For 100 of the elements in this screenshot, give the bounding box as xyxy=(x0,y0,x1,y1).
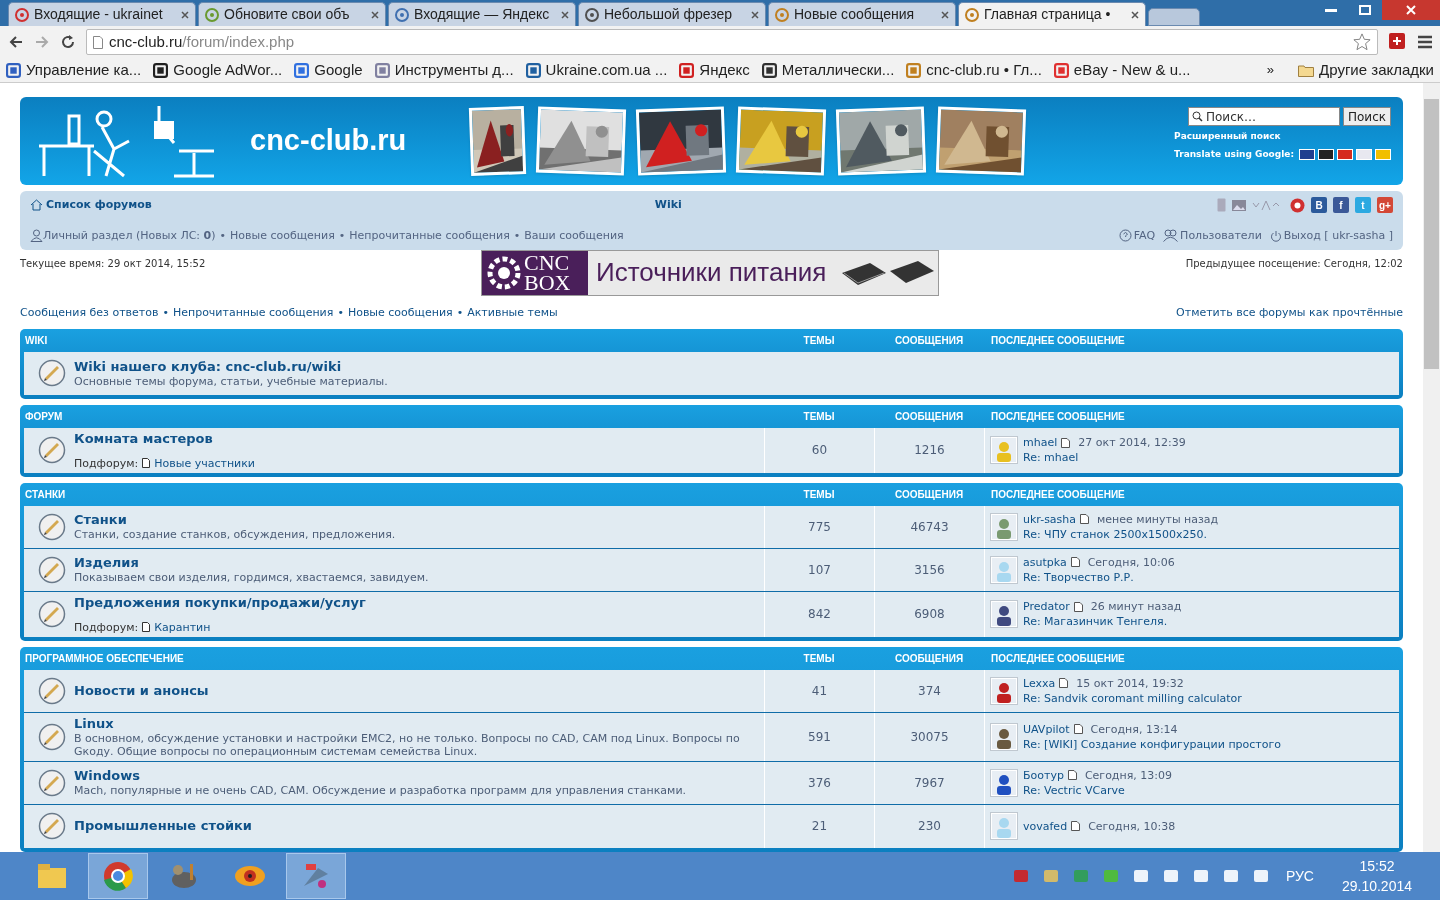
document-icon[interactable] xyxy=(1073,602,1083,612)
document-icon[interactable] xyxy=(1080,514,1090,525)
subforum-link[interactable]: Карантин xyxy=(154,621,211,634)
image-icon[interactable] xyxy=(1232,199,1246,211)
author-link[interactable]: mhael xyxy=(1023,435,1058,451)
topic-link[interactable]: Re: mhael xyxy=(1023,450,1186,466)
personal-link[interactable]: Личный раздел (Новых ЛС: 0) xyxy=(43,227,216,245)
tray-icon[interactable] xyxy=(1161,867,1180,885)
topic-link[interactable]: Re: [WIKI] Создание конфигурации простого xyxy=(1023,737,1281,752)
document-icon[interactable] xyxy=(1070,557,1080,568)
author-link[interactable]: UAVpilot xyxy=(1023,722,1070,737)
quick-link[interactable]: Новые сообщения xyxy=(347,305,453,322)
forum-title[interactable]: Windows xyxy=(74,768,687,785)
browser-tab[interactable]: Входящие — Яндекс xyxy=(388,2,576,26)
nav-link[interactable]: Ваши сообщения xyxy=(524,227,624,245)
forum-title[interactable]: Новости и анонсы xyxy=(74,683,209,699)
forum-title[interactable]: Предложения покупки/продажи/услуг xyxy=(74,595,366,611)
browser-tab[interactable]: Новые сообщения xyxy=(768,2,956,26)
faq-link[interactable]: FAQ xyxy=(1133,227,1156,245)
other-bookmarks[interactable]: Другие закладки xyxy=(1298,58,1434,82)
bookmark[interactable]: Яндекс xyxy=(679,58,750,82)
scrollbar[interactable] xyxy=(1423,83,1440,852)
author-link[interactable]: ukr-sasha xyxy=(1023,512,1077,527)
quick-link[interactable]: Сообщения без ответов xyxy=(20,305,159,322)
browser-tab[interactable]: Обновите свои объ xyxy=(198,2,386,26)
bookmark[interactable]: Google AdWor... xyxy=(153,58,283,82)
close-button[interactable] xyxy=(1382,0,1440,20)
clock-date[interactable]: 29.10.2014 xyxy=(1341,876,1412,896)
nav-link[interactable]: Новые сообщения xyxy=(230,227,335,245)
address-field[interactable]: cnc-club.ru/forum/index.php xyxy=(86,29,1378,55)
close-icon[interactable] xyxy=(181,10,189,19)
document-icon[interactable] xyxy=(1071,821,1081,832)
document-icon[interactable] xyxy=(1073,724,1083,735)
subforum-link[interactable]: Новые участники xyxy=(154,457,256,470)
bookmark[interactable]: Управление ка... xyxy=(6,58,142,82)
author-link[interactable]: asutpka xyxy=(1023,555,1067,570)
forum-title[interactable]: Linux xyxy=(74,716,756,732)
bookmark-icon[interactable] xyxy=(1290,197,1305,213)
topic-link[interactable]: Re: Vectric VCarve xyxy=(1023,783,1172,798)
topic-link[interactable]: Re: ЧПУ станок 2500x1500x250. xyxy=(1023,527,1219,542)
search-button[interactable]: Поиск xyxy=(1343,107,1391,126)
back-icon[interactable] xyxy=(8,34,24,50)
social-button[interactable]: В xyxy=(1311,197,1327,214)
reload-icon[interactable] xyxy=(60,34,76,50)
bookmark[interactable]: cnc-club.ru • Гл... xyxy=(906,58,1042,82)
tray-icon[interactable] xyxy=(1251,867,1270,885)
mark-read-link[interactable]: Отметить все форумы как прочтённые xyxy=(1176,305,1403,322)
tray-icon[interactable] xyxy=(1131,867,1150,885)
document-icon[interactable] xyxy=(1061,438,1071,448)
browser-tab[interactable]: Входящие - ukrainet xyxy=(8,2,196,26)
clock-time[interactable]: 15:52 xyxy=(1359,856,1395,876)
document-icon[interactable] xyxy=(1059,678,1069,689)
tray-icon[interactable] xyxy=(1221,867,1240,885)
browser-tab[interactable]: Небольшой фрезер xyxy=(578,2,766,26)
language-indicator[interactable]: РУС xyxy=(1285,865,1314,887)
tray-icon[interactable] xyxy=(1191,867,1210,885)
users-link[interactable]: Пользователи xyxy=(1180,227,1262,245)
topic-link[interactable]: Re: Sandvik coromant milling calculator xyxy=(1023,691,1242,706)
document-icon[interactable] xyxy=(1067,770,1077,781)
quick-link[interactable]: Непрочитанные сообщения xyxy=(172,305,334,322)
taskbar-app[interactable] xyxy=(286,853,346,899)
menu-icon[interactable] xyxy=(1418,35,1432,49)
author-link[interactable]: Lexxa xyxy=(1023,676,1056,691)
topic-link[interactable]: Re: Магазинчик Тенгеля. xyxy=(1023,614,1182,630)
close-icon[interactable] xyxy=(941,10,949,19)
close-icon[interactable] xyxy=(371,10,379,19)
forum-title[interactable]: Комната мастеров xyxy=(74,431,256,447)
topic-link[interactable]: Re: Творчество Р.Р. xyxy=(1023,570,1175,585)
forum-index-link[interactable]: Список форумов xyxy=(46,197,152,214)
bookmark[interactable]: Ukraine.com.ua ... xyxy=(525,58,668,82)
author-link[interactable]: Predator xyxy=(1023,599,1070,615)
wiki-link[interactable]: Wiki xyxy=(654,197,682,214)
close-icon[interactable] xyxy=(751,10,759,19)
social-button[interactable]: f xyxy=(1333,197,1349,214)
banner[interactable]: CNC BOX Источники питания xyxy=(481,249,939,296)
social-button[interactable]: g+ xyxy=(1377,197,1393,214)
quick-link[interactable]: Активные темы xyxy=(467,305,558,322)
close-icon[interactable] xyxy=(1131,10,1139,19)
search-field[interactable]: Поиск… xyxy=(1188,107,1340,126)
logout-link[interactable]: Выход [ ukr-sasha ] xyxy=(1283,227,1393,245)
author-link[interactable]: vovafed xyxy=(1023,819,1068,834)
advanced-search-link[interactable]: Расширенный поиск xyxy=(1174,130,1281,144)
star-icon[interactable] xyxy=(1353,33,1371,51)
forum-title[interactable]: Промышленные стойки xyxy=(74,818,252,835)
bookmark[interactable]: eBay - New & u... xyxy=(1053,58,1191,82)
nav-link[interactable]: Непрочитанные сообщения xyxy=(349,227,510,245)
more-bookmarks[interactable]: » xyxy=(1266,60,1275,80)
bookmark[interactable]: Инструменты д... xyxy=(374,58,514,82)
flag-icon[interactable] xyxy=(1318,148,1334,160)
bookmark[interactable]: Металлически... xyxy=(761,58,895,82)
forum-title[interactable]: Станки xyxy=(74,512,396,529)
scrollbar-thumb[interactable] xyxy=(1424,99,1439,369)
extension-icon[interactable] xyxy=(1388,32,1408,52)
forum-title[interactable]: Wiki нашего клуба: cnc-club.ru/wiki xyxy=(74,359,388,375)
close-icon[interactable] xyxy=(561,10,569,19)
browser-tab[interactable]: Главная страница • xyxy=(958,2,1146,26)
bookmark[interactable]: Google xyxy=(294,58,363,82)
forum-title[interactable]: Изделия xyxy=(74,555,429,572)
author-link[interactable]: Боотур xyxy=(1023,768,1064,783)
flag-icon[interactable] xyxy=(1299,148,1315,160)
